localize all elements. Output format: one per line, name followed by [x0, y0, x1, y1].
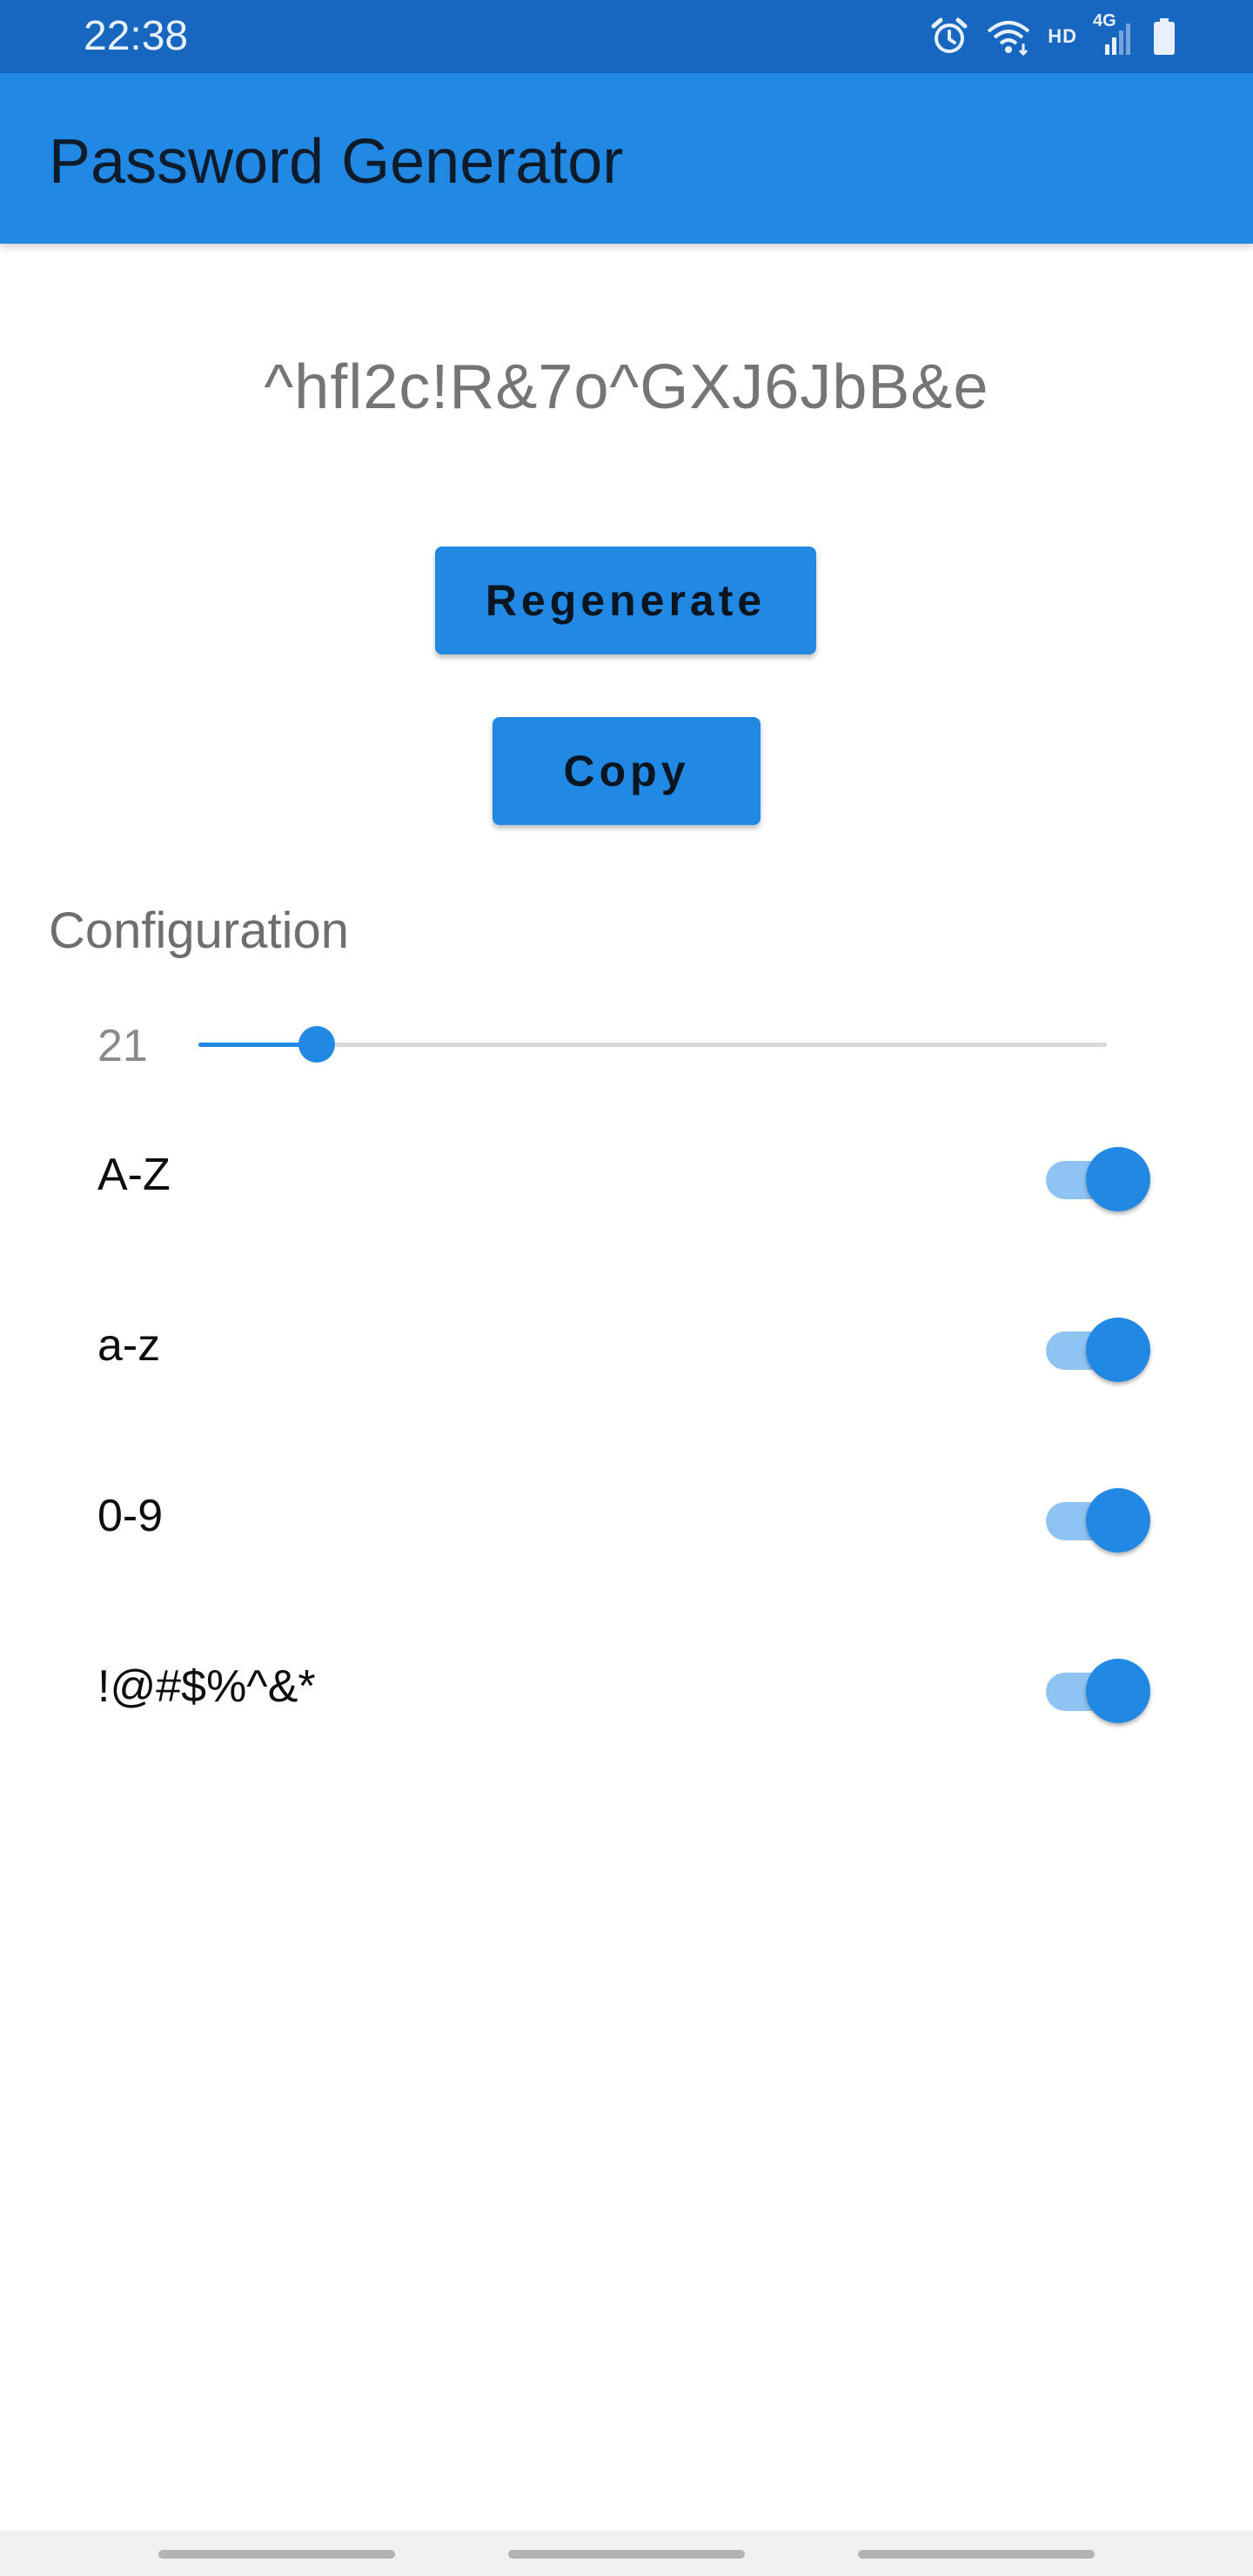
switch-thumb [1086, 1659, 1150, 1723]
status-time: 22:38 [84, 13, 189, 59]
hd-icon: HD [1048, 25, 1077, 47]
digits-toggle[interactable] [1046, 1488, 1150, 1553]
nav-recents-button[interactable] [158, 2550, 395, 2559]
navigation-bar [0, 2531, 1253, 2576]
length-slider[interactable] [198, 1026, 1107, 1063]
option-label-symbols: !@#$%^&* [97, 1661, 316, 1712]
battery-icon [1152, 17, 1176, 56]
option-label-uppercase: A-Z [97, 1150, 171, 1200]
page-title: Password Generator [49, 127, 624, 197]
switch-thumb [1086, 1147, 1150, 1211]
status-bar: 22:38 HD 4G [0, 0, 1253, 73]
option-label-digits: 0-9 [97, 1491, 164, 1541]
alarm-icon [929, 17, 969, 57]
symbols-toggle[interactable] [1046, 1659, 1150, 1723]
option-row-digits: 0-9 [0, 1464, 1253, 1568]
app-bar: Password Generator [0, 73, 1253, 244]
signal-4g-icon: 4G [1093, 11, 1136, 57]
status-icons: HD 4G [929, 11, 1176, 57]
regenerate-button[interactable]: Regenerate [435, 547, 816, 654]
slider-thumb[interactable] [298, 1026, 335, 1063]
configuration-heading: Configuration [49, 902, 349, 959]
switch-thumb [1086, 1318, 1150, 1382]
switch-thumb [1086, 1488, 1150, 1553]
uppercase-toggle[interactable] [1046, 1147, 1150, 1211]
lowercase-toggle[interactable] [1046, 1318, 1150, 1382]
copy-button[interactable]: Copy [492, 717, 761, 825]
generated-password: ^hfl2c!R&7o^GXJ6JbB&e [264, 352, 989, 422]
length-value: 21 [97, 1021, 148, 1071]
option-row-uppercase: A-Z [0, 1123, 1253, 1227]
option-row-lowercase: a-z [0, 1293, 1253, 1398]
nav-back-button[interactable] [858, 2550, 1095, 2559]
wifi-icon [985, 17, 1032, 56]
option-row-symbols: !@#$%^&* [0, 1634, 1253, 1739]
option-label-lowercase: a-z [97, 1320, 161, 1371]
nav-home-button[interactable] [508, 2550, 745, 2559]
